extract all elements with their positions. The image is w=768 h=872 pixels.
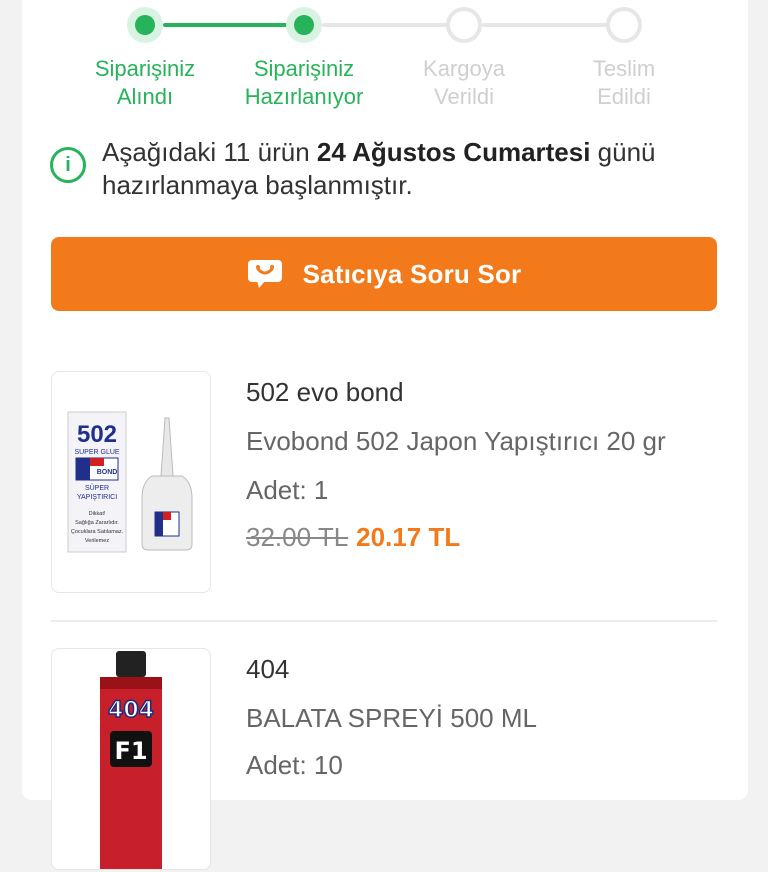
progress-line-completed — [163, 23, 303, 27]
box-text: YAPIŞTIRICI — [77, 494, 117, 501]
product-quantity: Adet: 10 — [246, 750, 343, 780]
can-logo: 404 — [108, 698, 154, 723]
step-label-received: Siparişiniz Alındı — [94, 56, 196, 109]
step-dot-preparing — [286, 7, 322, 43]
product-brand: 502 evo bond — [246, 377, 404, 407]
info-circle-icon: i — [50, 147, 86, 183]
can-badge: F1 — [114, 737, 147, 765]
step-label-delivered: Teslim Edildi — [592, 56, 656, 109]
info-text-part: Aşağıdaki 11 ürün — [102, 137, 317, 167]
chat-smile-icon — [247, 259, 283, 289]
box-warning: Çocuklara Satılamaz. — [71, 529, 124, 535]
box-text: SÜPER — [85, 484, 109, 492]
product-brand: 404 — [246, 654, 290, 684]
order-item[interactable]: 502 SUPER GLUE BOND SÜPER YAPIŞTIRICI Di… — [51, 371, 717, 595]
box-warning: Dikkat! — [89, 511, 106, 517]
product-quantity: Adet: 1 — [246, 475, 329, 505]
step-dot-received — [127, 7, 163, 43]
ask-seller-button[interactable]: Satıcıya Soru Sor — [51, 237, 717, 311]
progress-line-pending — [322, 23, 448, 27]
ask-seller-label: Satıcıya Soru Sor — [302, 258, 522, 289]
info-message: Aşağıdaki 11 ürün 24 Ağustos Cumartesi g… — [102, 136, 742, 202]
product-name: BALATA SPREYİ 500 ML — [246, 703, 537, 733]
product-image[interactable]: 502 SUPER GLUE BOND SÜPER YAPIŞTIRICI Di… — [51, 371, 211, 593]
step-dot-shipped — [446, 7, 482, 43]
order-progress-stepper: Siparişiniz Alındı Siparişiniz Hazırlanı… — [0, 0, 768, 120]
box-code: 502 — [77, 421, 117, 448]
item-divider — [51, 620, 717, 622]
box-text: SUPER GLUE — [74, 449, 119, 456]
box-warning: Verilemez — [85, 538, 109, 544]
step-label-shipped: Kargoya Verildi — [423, 56, 505, 109]
info-date: 24 Ağustos Cumartesi — [316, 137, 591, 167]
product-name: Evobond 502 Japon Yapıştırıcı 20 gr — [246, 426, 666, 456]
box-brand: BOND — [97, 469, 118, 476]
discounted-price: 20.17 TL — [356, 522, 461, 552]
progress-line-pending — [482, 23, 608, 27]
product-price: 32.00 TL 20.17 TL — [246, 522, 460, 553]
order-item[interactable]: 404 F1 404 BALATA SPREYİ 500 ML Adet: 10 — [51, 648, 717, 872]
step-dot-delivered — [606, 7, 642, 43]
old-price: 32.00 TL — [246, 522, 349, 552]
step-label-preparing: Siparişiniz Hazırlanıyor — [244, 56, 364, 109]
product-image[interactable]: 404 F1 — [51, 648, 211, 870]
box-warning: Sağlığa Zararlıdır. — [75, 520, 119, 526]
